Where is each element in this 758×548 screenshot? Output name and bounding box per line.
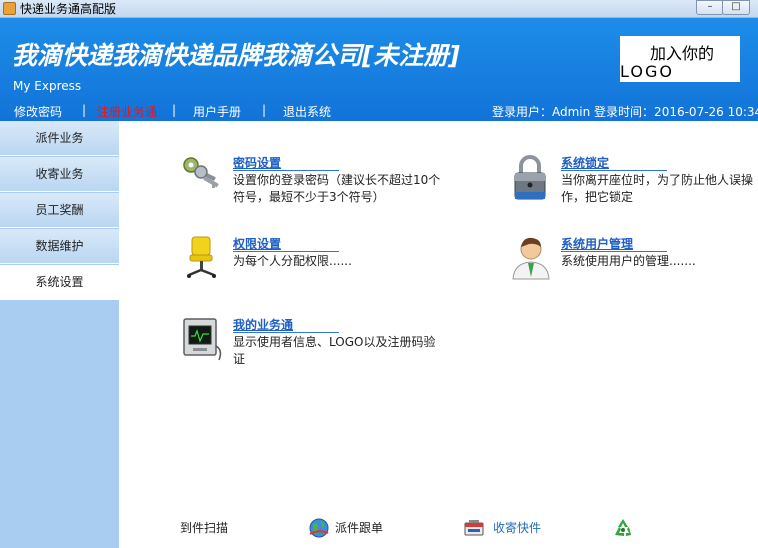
feature-description: 系统使用用户的管理....... [561, 254, 696, 268]
package-icon[interactable] [463, 517, 485, 539]
window-title: 快递业务通高配版 [20, 2, 117, 16]
brand-title: 我滴快递我滴快递品牌我滴公司[未注册] [12, 41, 460, 70]
logo-placeholder: 加入你的 LOGO [620, 36, 740, 82]
feature-title[interactable]: 权限设置 [233, 235, 281, 252]
feature-title[interactable]: 系统锁定 [561, 154, 609, 171]
user-icon[interactable] [509, 235, 553, 281]
brand-subtitle: My Express [13, 79, 82, 93]
keys-icon[interactable] [181, 154, 225, 200]
title-underline [233, 332, 339, 333]
app-icon [3, 2, 16, 15]
sidebar-item-reward[interactable]: 员工奖酬 [0, 193, 119, 228]
padlock-icon[interactable] [509, 154, 553, 200]
sidebar-item-send[interactable]: 收寄业务 [0, 157, 119, 192]
title-underline [233, 251, 339, 252]
login-info: 登录用户：Admin 登录时间：2016-07-26 10:34 [492, 105, 758, 119]
feature-description: 为每个人分配权限...... [233, 254, 352, 268]
maximize-button[interactable]: □ [722, 0, 750, 15]
monitor-icon[interactable] [181, 316, 225, 362]
bottom-send-package[interactable]: 收寄快件 [493, 519, 541, 536]
feature-description: 显示使用者信息、LOGO以及注册码验证 [233, 335, 436, 366]
feature-title[interactable]: 系统用户管理 [561, 235, 633, 252]
sidebar-item-delivery[interactable]: 派件业务 [0, 121, 119, 156]
feature-title[interactable]: 密码设置 [233, 154, 281, 171]
sidebar-item-settings[interactable]: 系统设置 [0, 265, 119, 300]
menu-exit[interactable]: 退出系统 [283, 103, 331, 120]
bottom-delivery-tracking[interactable]: 派件跟单 [335, 519, 383, 536]
minimize-button[interactable]: – [696, 0, 724, 15]
app-window: 快递业务通高配版 – □ 我滴快递我滴快递品牌我滴公司[未注册] My Expr… [0, 0, 758, 548]
feature-description: 设置你的登录密码（建议长不超过10个符号，最短不少于3个符号） [233, 173, 441, 204]
header: 我滴快递我滴快递品牌我滴公司[未注册] My Express 加入你的 LOGO… [0, 18, 758, 121]
feature-title[interactable]: 我的业务通 [233, 316, 293, 333]
menu-separator: | [172, 103, 177, 117]
feature-description: 当你离开座位时，为了防止他人误操作，把它锁定 [561, 173, 754, 204]
menu-bar: 修改密码 | 注册业务通 | 用户手册 | 退出系统 登录用户：Admin 登录… [0, 101, 758, 121]
menu-separator: | [262, 103, 267, 117]
logo-text-line2: LOGO [620, 62, 674, 81]
title-underline [233, 170, 339, 171]
globe-icon[interactable] [308, 517, 330, 539]
sidebar: 派件业务 收寄业务 员工奖酬 数据维护 系统设置 [0, 121, 119, 548]
menu-user-manual[interactable]: 用户手册 [193, 103, 241, 120]
title-underline [561, 170, 667, 171]
chair-icon[interactable] [181, 235, 225, 281]
logo-text-line1: 加入你的 [650, 44, 715, 63]
sidebar-item-data[interactable]: 数据维护 [0, 229, 119, 264]
title-bar: 快递业务通高配版 – □ [0, 0, 758, 18]
menu-register[interactable]: 注册业务通 [97, 103, 157, 120]
recycle-icon[interactable] [612, 517, 634, 539]
menu-change-password[interactable]: 修改密码 [14, 103, 62, 120]
bottom-arrival-scan[interactable]: 到件扫描 [180, 519, 228, 536]
title-underline [561, 251, 667, 252]
menu-separator: | [82, 103, 87, 117]
